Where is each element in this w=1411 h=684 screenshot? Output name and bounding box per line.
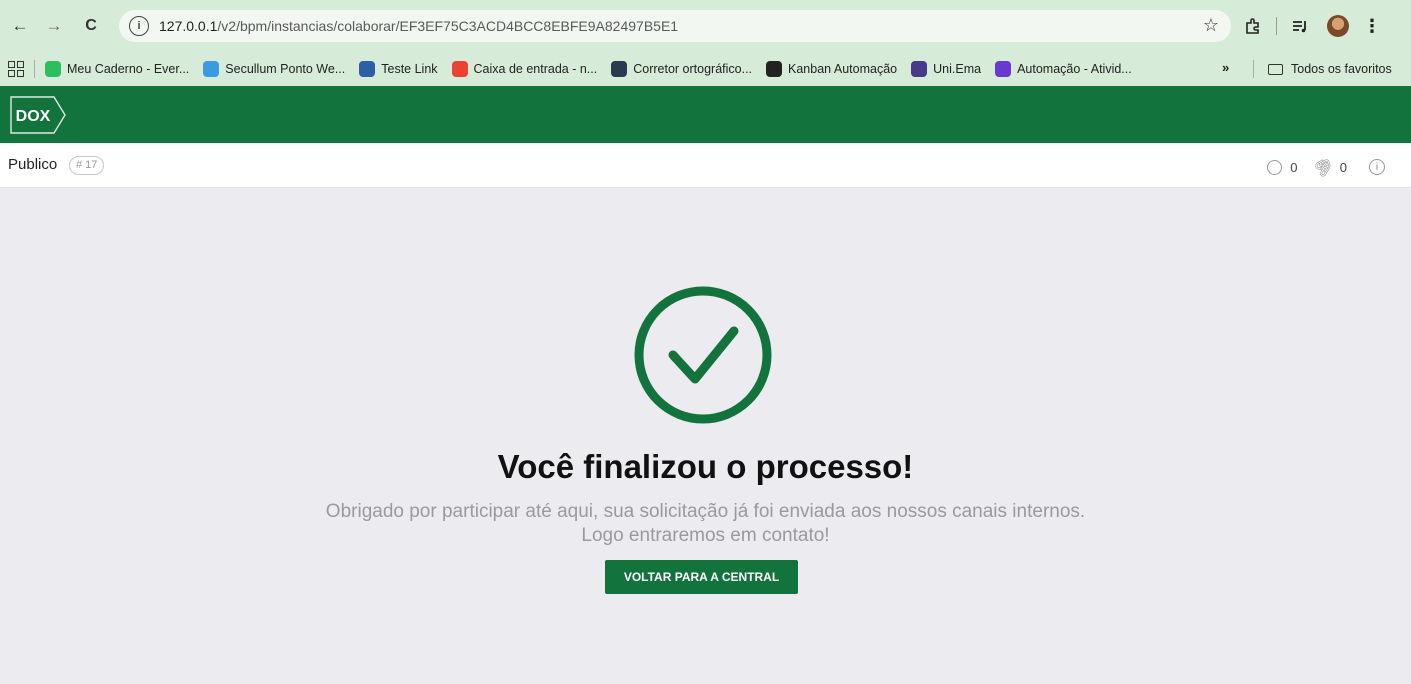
completion-title: Você finalizou o processo!: [497, 448, 914, 485]
folder-icon: [1268, 63, 1283, 75]
check-circle-icon: [634, 286, 772, 424]
bookmark-label: Automação - Ativid...: [1017, 62, 1132, 76]
bookmark-item[interactable]: Caixa de entrada - n...: [451, 61, 598, 77]
back-to-central-button[interactable]: VOLTAR PARA A CENTRAL: [605, 560, 798, 594]
completion-message-line-2: Logo entraremos em contato!: [581, 525, 830, 546]
process-id-badge: # 17: [69, 156, 105, 175]
toolbar-actions: ⋮: [1240, 13, 1381, 39]
bookmark-item[interactable]: Teste Link: [359, 61, 438, 77]
graduation-cap-icon: [911, 61, 928, 77]
browser-toolbar: ← → C i 127.0.0.1/v2/bpm/instancias/cola…: [0, 0, 1411, 52]
all-favorites-label: Todos os favoritos: [1291, 62, 1392, 76]
logo-text: DOX: [16, 108, 51, 125]
completion-panel: Você finalizou o processo! Obrigado por …: [0, 188, 1411, 684]
bookmarks-divider: [1253, 60, 1254, 78]
bookmark-label: Teste Link: [381, 62, 438, 76]
bookmark-item[interactable]: Corretor ortográfico...: [611, 61, 752, 77]
bookmarks-bar: Meu Caderno - Ever... Secullum Ponto We..…: [0, 52, 1411, 86]
forward-icon[interactable]: →: [42, 14, 66, 38]
browser-menu-icon[interactable]: ⋮: [1363, 16, 1381, 37]
comment-icon: [1267, 159, 1283, 175]
bookmarks-list: Meu Caderno - Ever... Secullum Ponto We..…: [45, 61, 1146, 77]
all-favorites-folder[interactable]: Todos os favoritos: [1253, 60, 1392, 78]
back-icon[interactable]: ←: [8, 14, 32, 38]
bookmark-star-icon[interactable]: ☆: [1203, 15, 1219, 36]
app-header: DOX: [0, 86, 1411, 143]
bookmark-label: Kanban Automação: [788, 62, 898, 76]
dox-logo[interactable]: DOX: [10, 96, 66, 134]
completion-message-line-1: Obrigado por participar até aqui, sua so…: [325, 501, 1086, 522]
profile-avatar[interactable]: [1327, 15, 1349, 37]
gmail-icon: [451, 61, 468, 77]
more-bookmarks-button[interactable]: »: [1222, 60, 1229, 75]
evernote-icon: [45, 61, 61, 77]
bookmarks-divider: [34, 60, 35, 78]
bookmark-item[interactable]: Secullum Ponto We...: [203, 61, 345, 77]
testlink-icon: [359, 61, 376, 77]
address-bar[interactable]: i 127.0.0.1/v2/bpm/instancias/colaborar/…: [119, 10, 1231, 42]
kanban-icon: [766, 61, 783, 77]
info-icon[interactable]: i: [1369, 159, 1385, 175]
comments-button[interactable]: 0: [1267, 159, 1298, 175]
completion-message: Obrigado por participar até aqui, sua so…: [280, 500, 1131, 548]
secullum-icon: [203, 61, 220, 77]
paperclip-icon: 🖇: [1310, 154, 1337, 181]
attachments-button[interactable]: 🖇 0: [1310, 154, 1347, 180]
reload-icon[interactable]: C: [79, 14, 103, 38]
toolbar-divider: [1276, 17, 1277, 35]
site-info-icon[interactable]: i: [129, 16, 149, 36]
url-path: /v2/bpm/instancias/colaborar/EF3EF75C3AC…: [217, 18, 679, 34]
bookmark-label: Caixa de entrada - n...: [473, 62, 598, 76]
url-text[interactable]: 127.0.0.1/v2/bpm/instancias/colaborar/EF…: [159, 18, 678, 34]
attachments-count: 0: [1339, 159, 1347, 175]
bookmark-item[interactable]: Meu Caderno - Ever...: [45, 61, 189, 77]
extensions-icon[interactable]: [1240, 13, 1266, 39]
process-subheader: Publico # 17 0 🖇 0 i: [0, 143, 1411, 188]
bookmark-label: Secullum Ponto We...: [225, 62, 346, 76]
bookmark-item[interactable]: Automação - Ativid...: [995, 61, 1132, 77]
bookmark-item[interactable]: Uni.Ema: [911, 61, 981, 77]
process-name: Publico: [8, 156, 58, 173]
languagetool-icon: [611, 61, 628, 77]
comments-count: 0: [1290, 159, 1298, 175]
bookmark-item[interactable]: Kanban Automação: [766, 61, 897, 77]
bookmark-label: Uni.Ema: [933, 62, 982, 76]
reading-list-icon[interactable]: [1287, 13, 1313, 39]
bookmark-label: Meu Caderno - Ever...: [67, 62, 190, 76]
process-actions: 0 🖇 0 i: [1251, 154, 1385, 181]
apps-grid-icon[interactable]: [8, 61, 24, 77]
url-host: 127.0.0.1: [159, 18, 218, 34]
bookmark-label: Corretor ortográfico...: [633, 62, 753, 76]
trello-icon: [995, 61, 1012, 77]
